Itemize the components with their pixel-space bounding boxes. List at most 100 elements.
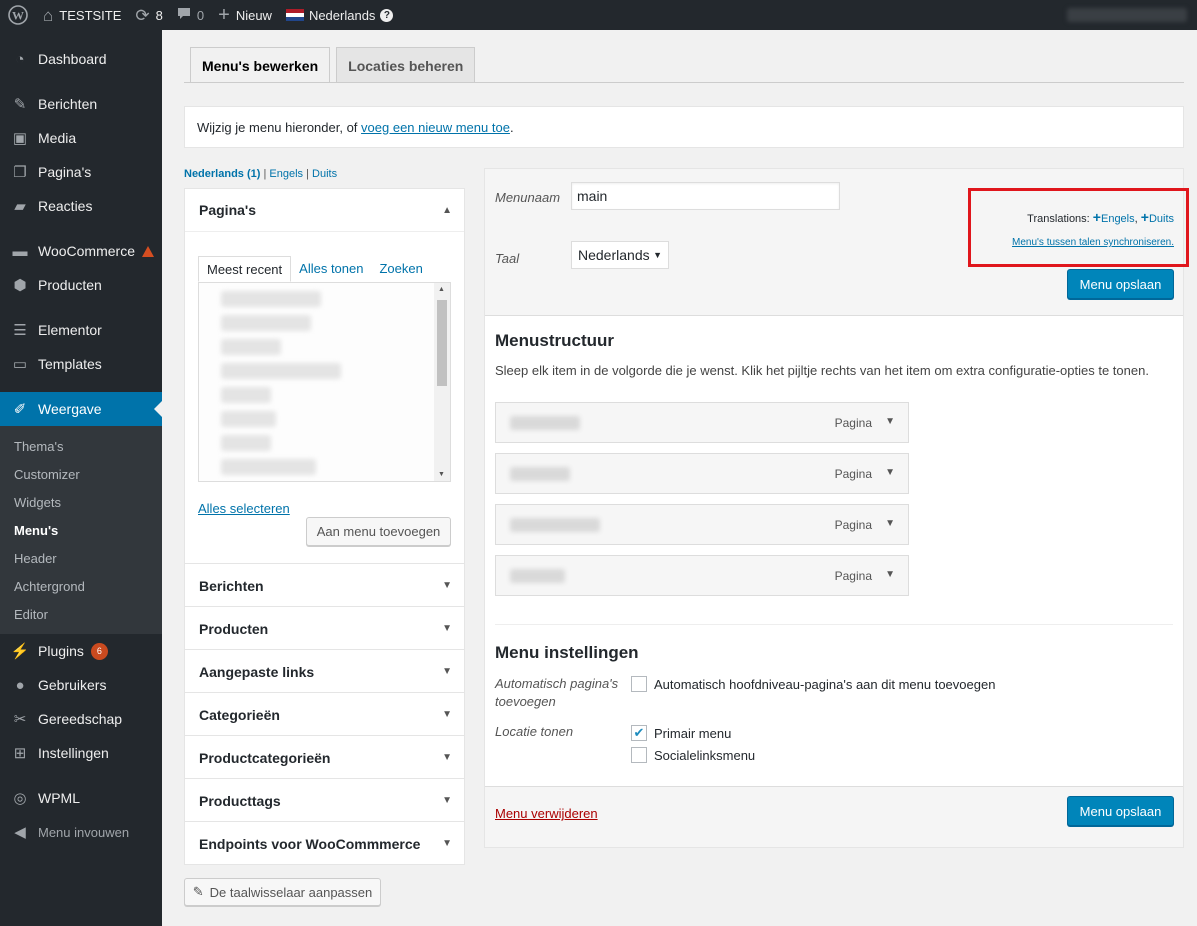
- add-new-menu-link[interactable]: voeg een nieuw menu toe: [361, 120, 510, 135]
- language-switcher[interactable]: Nederlands ?: [279, 0, 401, 30]
- add-english-translation-link[interactable]: Engels: [1101, 213, 1135, 225]
- sidebar-item-templates[interactable]: ▭ Templates: [0, 347, 162, 381]
- sync-menus-link[interactable]: Menu's tussen talen synchroniseren.: [1012, 237, 1174, 248]
- tab-edit-menus[interactable]: Menu's bewerken: [190, 47, 331, 83]
- translations-highlight-box: Translations: +Engels, +Duits Menu's tus…: [968, 188, 1189, 267]
- site-name-link[interactable]: ⌂ TESTSITE: [36, 0, 128, 30]
- user-account-blurred[interactable]: [1067, 8, 1187, 22]
- submenu-item-themes[interactable]: Thema's: [0, 432, 162, 460]
- sidebar-item-label: Media: [38, 130, 77, 146]
- sidebar-item-settings[interactable]: ⊞ Instellingen: [0, 736, 162, 770]
- select-all-link[interactable]: Alles selecteren: [198, 501, 290, 516]
- lang-german-link[interactable]: Duits: [312, 168, 337, 180]
- pages-panel-header[interactable]: Pagina's ▲: [185, 189, 464, 232]
- sidebar-item-products[interactable]: ⬢ Producten: [0, 268, 162, 302]
- submenu-item-menus[interactable]: Menu's: [0, 516, 162, 544]
- menu-name-value: main: [577, 188, 608, 204]
- tab-search[interactable]: Zoeken: [371, 256, 430, 282]
- accordion-products[interactable]: Producten ▼: [184, 606, 465, 650]
- menu-item[interactable]: Pagina ▼: [495, 555, 909, 596]
- sidebar-item-tools[interactable]: ✂ Gereedschap: [0, 702, 162, 736]
- submenu-item-customizer[interactable]: Customizer: [0, 460, 162, 488]
- accordion-title: Endpoints voor WooCommmerce: [199, 835, 421, 852]
- accordion-product-tags[interactable]: Producttags ▼: [184, 778, 465, 822]
- updates-link[interactable]: ⟳ 8: [128, 0, 169, 30]
- switcher-button-label: De taalwisselaar aanpassen: [209, 884, 373, 900]
- chevron-down-icon[interactable]: ▼: [885, 467, 895, 478]
- wordpress-logo-icon[interactable]: W: [0, 0, 36, 30]
- page-icon: ❐: [13, 164, 27, 181]
- primary-menu-label: Primair menu: [654, 726, 732, 741]
- sidebar-item-users[interactable]: ● Gebruikers: [0, 668, 162, 702]
- sidebar-item-wpml[interactable]: ◎ WPML: [0, 781, 162, 815]
- accordion-custom-links[interactable]: Aangepaste links ▼: [184, 649, 465, 693]
- menu-item-type: Pagina: [834, 518, 872, 532]
- sidebar-item-label: WooCommerce: [38, 243, 135, 259]
- comment-icon: ▰: [14, 198, 26, 215]
- updates-count: 8: [155, 7, 163, 23]
- plus-icon: +: [1140, 209, 1149, 225]
- chevron-down-icon: ▼: [442, 666, 452, 677]
- sidebar-item-label: Producten: [38, 277, 102, 293]
- tab-most-recent[interactable]: Meest recent: [198, 256, 292, 282]
- chevron-down-icon: ▼: [442, 752, 452, 763]
- sidebar-item-comments[interactable]: ▰ Reacties: [0, 189, 162, 223]
- accordion-posts[interactable]: Berichten ▼: [184, 563, 465, 607]
- collapse-menu-button[interactable]: ◀ Menu invouwen: [0, 815, 162, 849]
- help-icon[interactable]: ?: [380, 8, 394, 22]
- delete-menu-link[interactable]: Menu verwijderen: [495, 806, 598, 821]
- accordion-categories[interactable]: Categorieën ▼: [184, 692, 465, 736]
- social-menu-checkbox[interactable]: [631, 747, 647, 763]
- accordion-title: Categorieën: [199, 706, 280, 723]
- save-menu-button-top[interactable]: Menu opslaan: [1067, 269, 1174, 299]
- sidebar-item-media[interactable]: ▣ Media: [0, 121, 162, 155]
- scroll-up-icon[interactable]: ▲: [438, 286, 445, 293]
- menu-item[interactable]: Pagina ▼: [495, 504, 909, 545]
- tab-view-all[interactable]: Alles tonen: [291, 256, 371, 282]
- sidebar-item-label: Pagina's: [38, 164, 92, 180]
- menu-item[interactable]: Pagina ▼: [495, 402, 909, 443]
- submenu-item-widgets[interactable]: Widgets: [0, 488, 162, 516]
- chevron-down-icon: ▼: [442, 709, 452, 720]
- sidebar-item-posts[interactable]: ✎ Berichten: [0, 87, 162, 121]
- chevron-down-icon[interactable]: ▼: [885, 569, 895, 580]
- add-german-translation-link[interactable]: Duits: [1149, 213, 1174, 225]
- sidebar-item-dashboard[interactable]: ◔ Dashboard: [0, 42, 162, 76]
- lang-current[interactable]: Nederlands (1): [184, 168, 260, 180]
- scroll-down-icon[interactable]: ▼: [438, 471, 445, 478]
- pages-list-scrollbar[interactable]: ▲ ▼: [434, 283, 450, 481]
- sidebar-item-appearance[interactable]: ✐ Weergave: [0, 392, 162, 426]
- accordion-product-categories[interactable]: Productcategorieën ▼: [184, 735, 465, 779]
- new-content-link[interactable]: + Nieuw: [211, 0, 279, 30]
- comments-link[interactable]: 0: [170, 0, 211, 30]
- chevron-down-icon[interactable]: ▼: [885, 416, 895, 427]
- lang-english-link[interactable]: Engels: [269, 168, 303, 180]
- folder-icon: ▭: [12, 356, 28, 373]
- pages-panel: Pagina's ▲ Meest recent Alles tonen Zoek…: [184, 188, 465, 564]
- save-menu-button-bottom[interactable]: Menu opslaan: [1067, 796, 1174, 826]
- brush-icon: ✐: [13, 401, 27, 418]
- sidebar-item-pages[interactable]: ❐ Pagina's: [0, 155, 162, 189]
- chevron-down-icon: ▼: [442, 623, 452, 634]
- add-to-menu-button[interactable]: Aan menu toevoegen: [306, 517, 451, 546]
- menu-item[interactable]: Pagina ▼: [495, 453, 909, 494]
- translations-line: Translations: +Engels, +Duits: [1027, 209, 1174, 225]
- sidebar-item-woocommerce[interactable]: ▬ WooCommerce: [0, 234, 162, 268]
- language-select[interactable]: Nederlands ▼: [571, 241, 669, 269]
- submenu-item-background[interactable]: Achtergrond: [0, 572, 162, 600]
- chevron-down-icon[interactable]: ▼: [885, 518, 895, 529]
- accordion-endpoints[interactable]: Endpoints voor WooCommmerce ▼: [184, 821, 465, 865]
- admin-bar: W ⌂ TESTSITE ⟳ 8 0 + Nieuw Nederlands ?: [0, 0, 1197, 30]
- menu-name-input[interactable]: main: [571, 182, 840, 210]
- plus-icon: +: [218, 4, 230, 26]
- auto-add-checkbox[interactable]: [631, 676, 647, 692]
- primary-menu-checkbox[interactable]: ✔: [631, 725, 647, 741]
- sidebar-item-elementor[interactable]: ☰ Elementor: [0, 313, 162, 347]
- tab-manage-locations[interactable]: Locaties beheren: [336, 47, 476, 83]
- submenu-item-editor[interactable]: Editor: [0, 600, 162, 628]
- sidebar-item-plugins[interactable]: ⚡ Plugins 6: [0, 634, 162, 668]
- submenu-item-header[interactable]: Header: [0, 544, 162, 572]
- customize-language-switcher-button[interactable]: ✎ De taalwisselaar aanpassen: [184, 878, 381, 906]
- svg-text:W: W: [12, 9, 24, 23]
- pages-checklist[interactable]: ▲ ▼: [198, 282, 451, 482]
